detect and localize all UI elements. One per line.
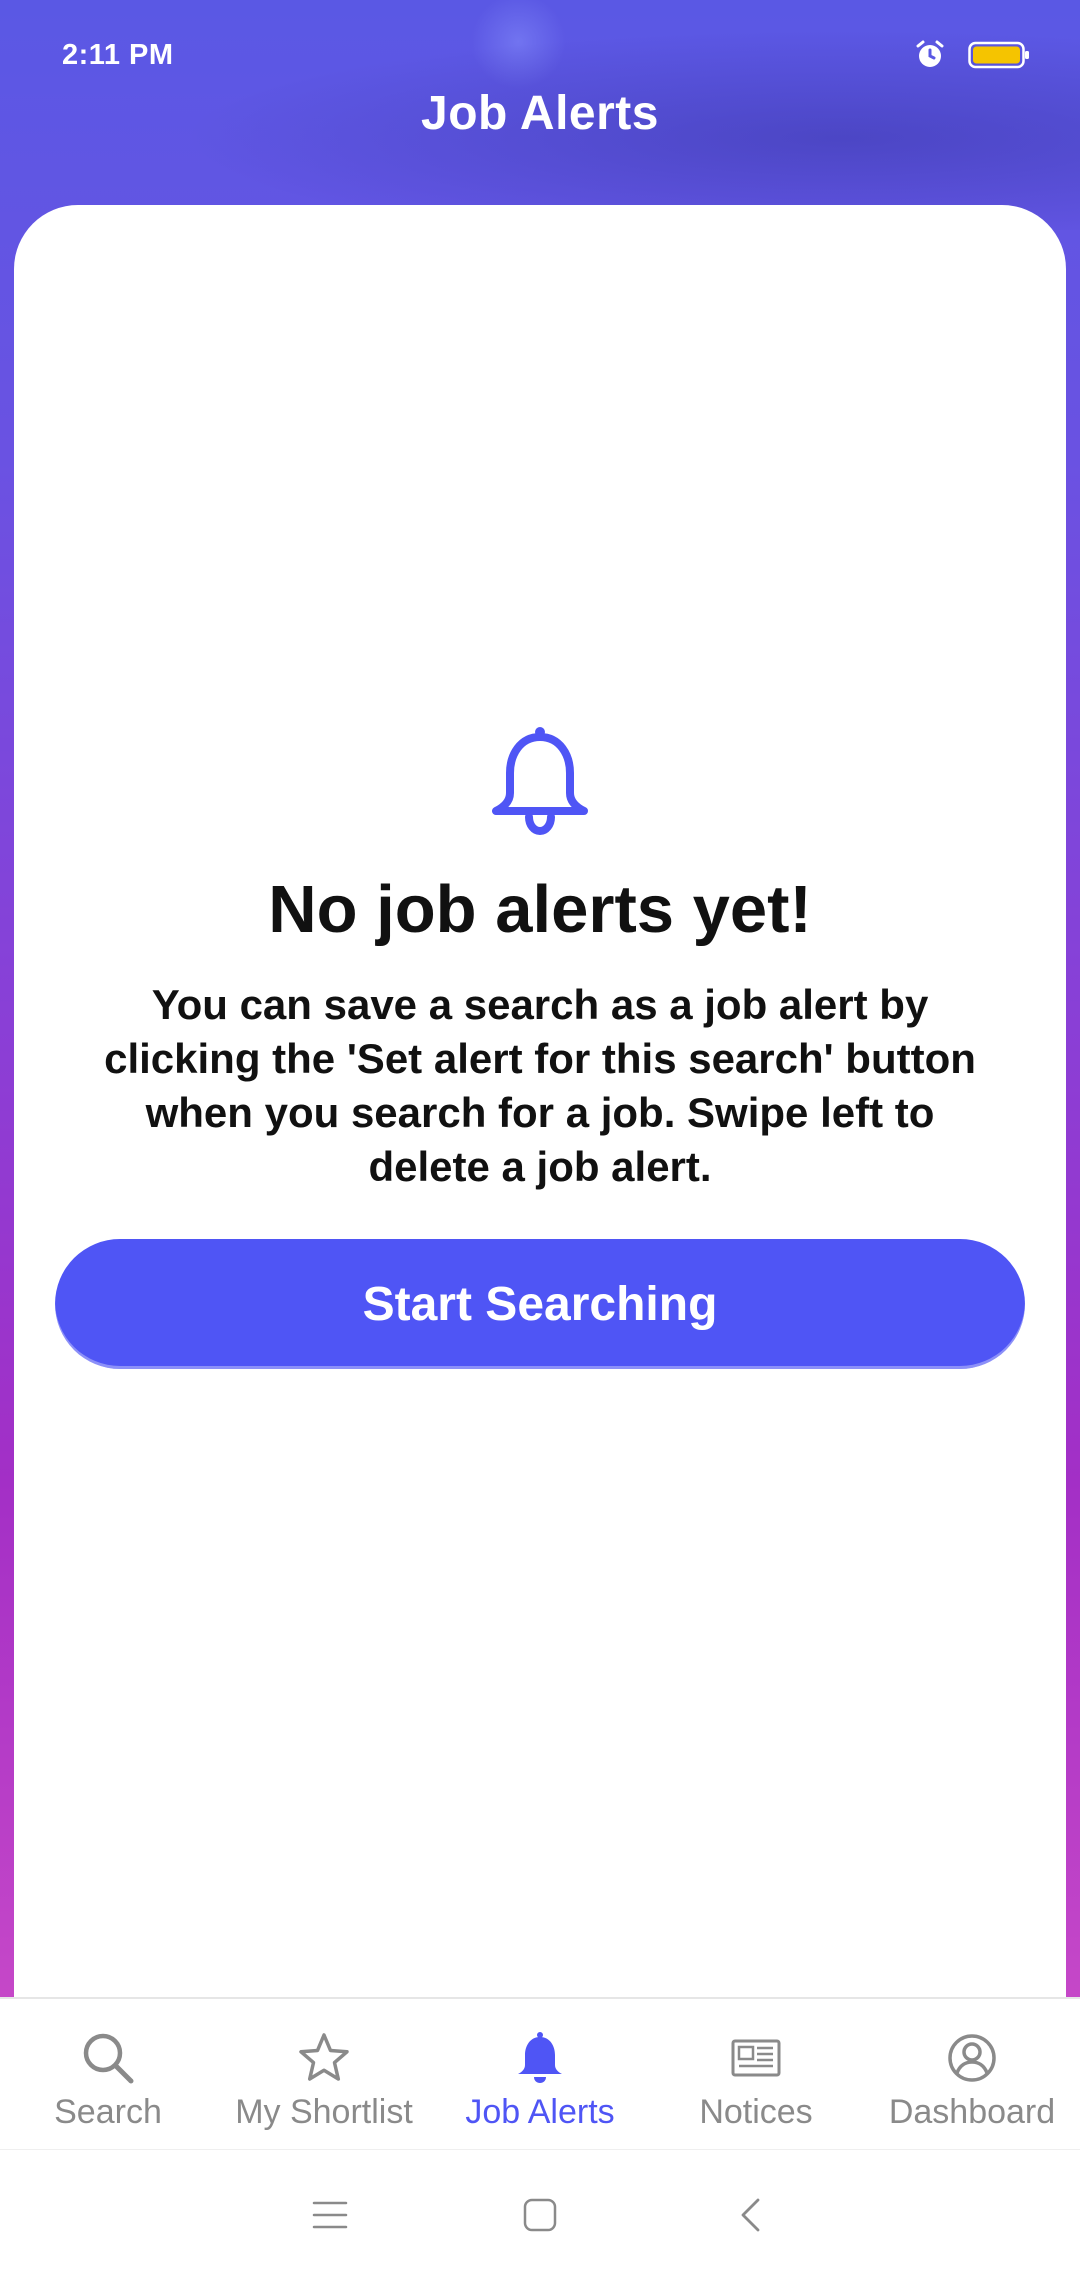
newspaper-icon bbox=[731, 2039, 781, 2077]
bell-icon bbox=[518, 2032, 562, 2083]
system-navigation-bar bbox=[0, 2149, 1080, 2280]
menu-icon bbox=[312, 2201, 348, 2229]
content-card: No job alerts yet! You can save a search… bbox=[14, 205, 1066, 2000]
nav-label-dashboard: Dashboard bbox=[888, 2093, 1056, 2131]
empty-state: No job alerts yet! You can save a search… bbox=[14, 725, 1066, 1369]
nav-item-my-shortlist[interactable]: My Shortlist bbox=[216, 1999, 432, 2149]
nav-label-search: Search bbox=[54, 2093, 162, 2131]
home-icon bbox=[523, 2198, 557, 2232]
empty-state-title: No job alerts yet! bbox=[268, 872, 812, 947]
bottom-navigation: Search My Shortlist Job Alerts Notices D… bbox=[0, 1997, 1080, 2149]
system-home-button[interactable] bbox=[520, 2195, 560, 2235]
empty-state-description: You can save a search as a job alert by … bbox=[104, 981, 976, 1190]
nav-label-my-shortlist: My Shortlist bbox=[235, 2093, 413, 2131]
status-icons bbox=[914, 39, 1030, 71]
bell-icon bbox=[492, 727, 588, 836]
page-title: Job Alerts bbox=[421, 87, 659, 140]
app-screen: 2:11 PM Job Alerts No job alerts yet! Yo bbox=[0, 0, 1080, 2280]
nav-label-notices: Notices bbox=[699, 2093, 813, 2131]
nav-item-dashboard[interactable]: Dashboard bbox=[864, 1999, 1080, 2149]
nav-item-job-alerts[interactable]: Job Alerts bbox=[432, 1999, 648, 2149]
status-time: 2:11 PM bbox=[62, 38, 174, 71]
system-menu-button[interactable] bbox=[310, 2195, 350, 2235]
search-icon bbox=[83, 2033, 134, 2084]
nav-label-job-alerts: Job Alerts bbox=[465, 2093, 615, 2131]
star-icon bbox=[299, 2033, 349, 2081]
nav-item-notices[interactable]: Notices bbox=[648, 1999, 864, 2149]
battery-icon bbox=[968, 41, 1029, 69]
user-circle-icon bbox=[948, 2034, 996, 2082]
nav-item-search[interactable]: Search bbox=[0, 1999, 216, 2149]
back-icon bbox=[741, 2198, 760, 2232]
alarm-icon bbox=[916, 40, 944, 67]
system-back-button[interactable] bbox=[730, 2195, 770, 2235]
start-searching-button[interactable]: Start Searching bbox=[55, 1239, 1025, 1369]
